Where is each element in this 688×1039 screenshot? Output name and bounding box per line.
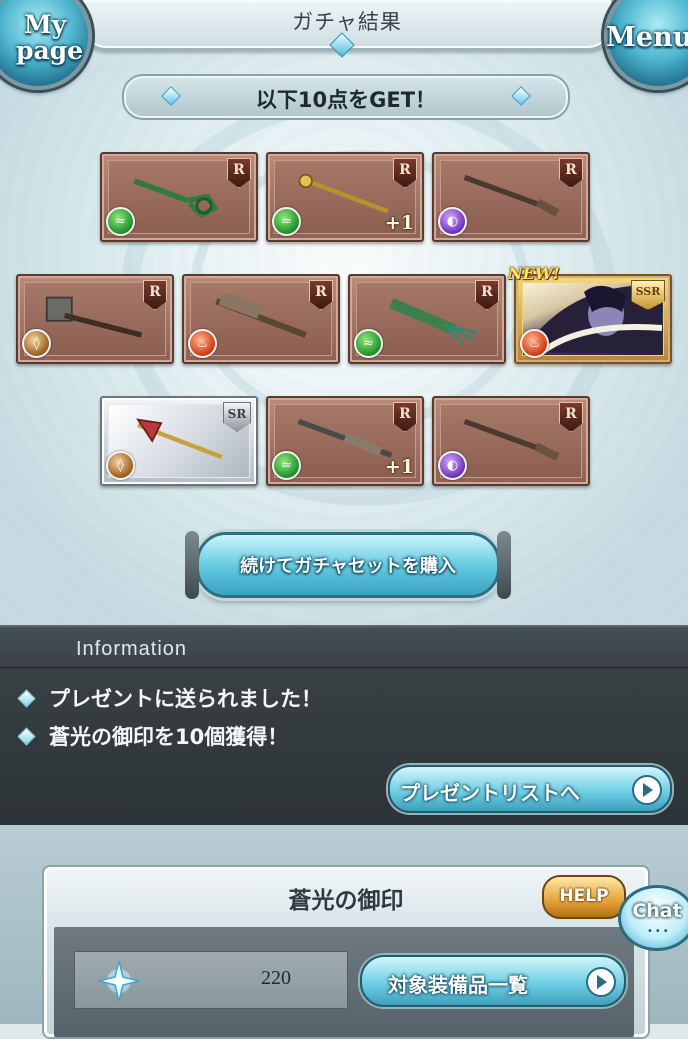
menu-label: Menu xyxy=(606,22,688,53)
fire-element-icon: ♨ xyxy=(520,329,549,358)
diamond-bullet-icon xyxy=(17,688,36,708)
item-card[interactable]: SSR ♨ NEW! xyxy=(508,264,672,364)
seal-count: 220 xyxy=(261,967,291,989)
info-message-text: プレゼントに送られました！ xyxy=(49,687,322,711)
plus-level: +1 xyxy=(384,212,414,234)
item-card[interactable]: R ◐ xyxy=(432,152,590,242)
information-panel: Information プレゼントに送られました！ 蒼光の御印を10個獲得！ プ… xyxy=(0,625,688,827)
weapon-image xyxy=(215,294,307,338)
weapon-image xyxy=(389,298,478,344)
target-equipment-list-button[interactable]: 対象装備品一覧 xyxy=(360,955,626,1007)
weapon-image xyxy=(136,418,223,460)
item-card[interactable]: R ≈ +1 xyxy=(266,396,424,486)
information-heading: Information xyxy=(76,638,188,660)
present-list-label: プレゼントリストへ xyxy=(400,781,580,805)
item-card[interactable]: R ◊ xyxy=(16,274,174,364)
chat-label: Chat xyxy=(632,900,682,922)
dark-element-icon: ◐ xyxy=(438,451,467,480)
chat-button[interactable]: Chat ••• xyxy=(618,885,688,951)
target-equipment-list-label: 対象装備品一覧 xyxy=(388,973,528,997)
info-message: 蒼光の御印を10個獲得！ xyxy=(17,721,289,751)
wind-element-icon: ≈ xyxy=(106,207,135,236)
seal-panel: 蒼光の御印 HELP 220 対象装備品一覧 xyxy=(42,865,650,1039)
mypage-label-bottom: page xyxy=(16,36,84,65)
arrow-right-icon xyxy=(586,967,616,997)
weapon-image xyxy=(463,174,560,217)
earth-element-icon: ◊ xyxy=(22,329,51,358)
info-message: プレゼントに送られました！ xyxy=(17,683,322,713)
wind-element-icon: ≈ xyxy=(272,451,301,480)
button-cap-right xyxy=(497,531,511,599)
dark-element-icon: ◐ xyxy=(438,207,467,236)
item-card[interactable]: R ♨ xyxy=(182,274,340,364)
wind-element-icon: ≈ xyxy=(354,329,383,358)
weapon-image xyxy=(133,178,219,219)
seal-count-box: 220 xyxy=(74,951,348,1009)
help-label: HELP xyxy=(559,886,609,906)
new-badge: NEW! xyxy=(508,264,560,283)
earth-element-icon: ◊ xyxy=(106,451,135,480)
buy-gacha-set-label: 続けてガチャセットを購入 xyxy=(240,556,456,577)
present-list-button[interactable]: プレゼントリストへ xyxy=(388,765,672,813)
plus-level: +1 xyxy=(384,456,414,478)
arrow-right-icon xyxy=(632,775,662,805)
info-message-text: 蒼光の御印を10個獲得！ xyxy=(49,725,289,749)
wind-element-icon: ≈ xyxy=(272,207,301,236)
item-card[interactable]: R ≈ +1 xyxy=(266,152,424,242)
item-card[interactable]: R ◐ xyxy=(432,396,590,486)
chat-dots: ••• xyxy=(647,926,671,937)
mypage-label-top: My xyxy=(24,10,67,39)
fire-element-icon: ♨ xyxy=(188,329,217,358)
buy-gacha-set-button[interactable]: 続けてガチャセットを購入 xyxy=(185,531,511,599)
information-header: Information xyxy=(0,627,688,668)
item-card[interactable]: R ≈ xyxy=(348,274,506,364)
get-banner-label: 以下10点をGET！ xyxy=(255,88,437,112)
diamond-bullet-icon xyxy=(17,726,36,746)
sparkle-icon xyxy=(98,960,140,1002)
weapon-image xyxy=(45,296,143,338)
seal-detail: 220 対象装備品一覧 xyxy=(54,927,634,1037)
bottom-section: 蒼光の御印 HELP 220 対象装備品一覧 xyxy=(0,825,688,1039)
help-button[interactable]: HELP xyxy=(542,875,626,919)
button-cap-left xyxy=(185,531,199,599)
get-banner: 以下10点をGET！ xyxy=(122,74,570,120)
weapon-image xyxy=(463,418,560,461)
item-card[interactable]: SR ◊ xyxy=(100,396,258,486)
item-card[interactable]: R ≈ xyxy=(100,152,258,242)
page-title: ガチャ結果 xyxy=(292,10,402,34)
